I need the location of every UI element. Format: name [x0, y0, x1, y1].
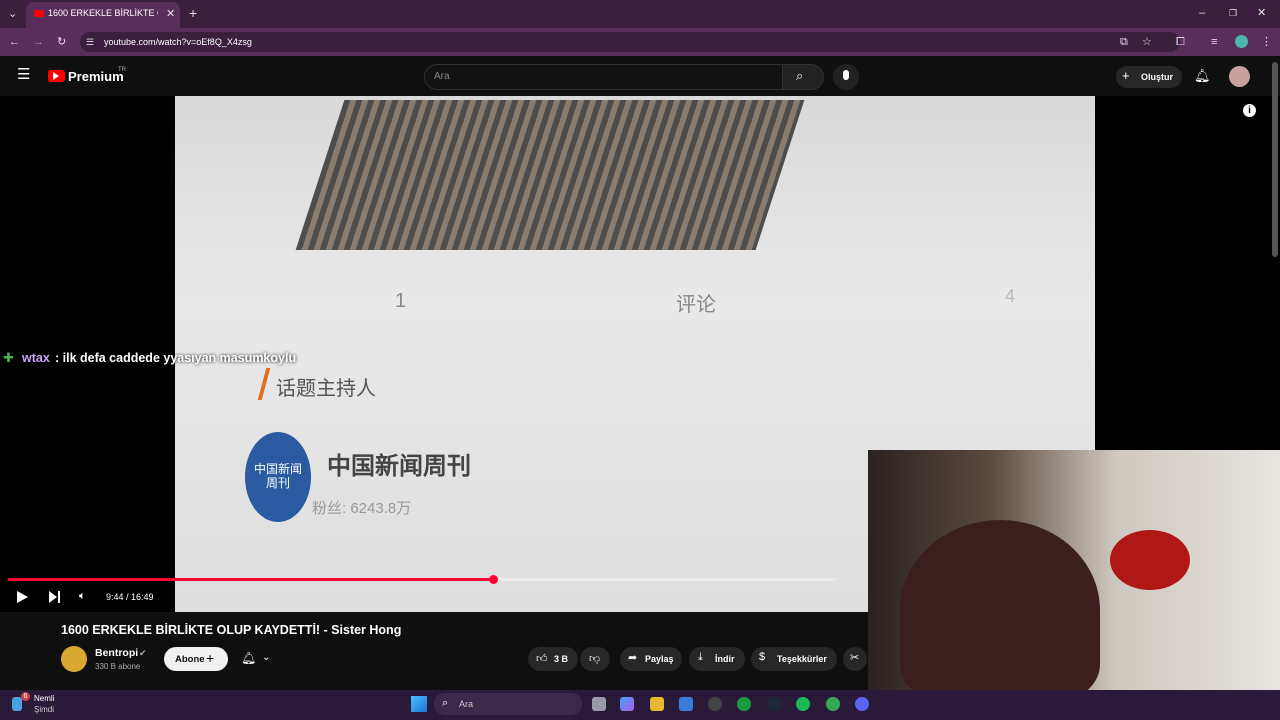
- video-like-count: 4: [1005, 286, 1016, 306]
- extensions-icon[interactable]: ⧠: [1176, 35, 1185, 49]
- discord-icon[interactable]: [855, 697, 869, 711]
- weather-title: Nemli: [34, 694, 55, 703]
- subscribe-label: Abone: [175, 654, 205, 665]
- xbox-icon[interactable]: [737, 697, 751, 711]
- store-icon[interactable]: [679, 697, 693, 711]
- next-icon-bar: [58, 591, 60, 603]
- webcam-flowers: [1110, 530, 1190, 590]
- thanks-label: Teşekkürler: [777, 654, 827, 664]
- share-icon: ➦: [628, 652, 638, 664]
- subscribe-plus-icon: +: [206, 650, 215, 666]
- youtube-logo-text[interactable]: Premium: [68, 69, 124, 84]
- volume-icon[interactable]: 🔈︎: [79, 590, 86, 603]
- reload-icon[interactable]: ↻: [57, 35, 66, 49]
- youtube-favicon-icon: [34, 10, 44, 17]
- time-display: 9:44 / 16:49: [106, 592, 154, 602]
- scissors-icon: ✂: [850, 652, 860, 664]
- start-button-icon[interactable]: [411, 696, 427, 712]
- forward-icon[interactable]: →: [33, 35, 44, 49]
- microphone-icon: [843, 70, 849, 80]
- progress-played: [8, 578, 493, 581]
- hamburger-menu-icon[interactable]: ☰: [17, 67, 30, 82]
- task-view-icon[interactable]: [592, 697, 606, 711]
- play-icon[interactable]: [17, 591, 28, 603]
- back-icon[interactable]: ←: [9, 35, 20, 49]
- video-title: 1600 ERKEKLE BİRLİKTE OLUP KAYDETTİ! - S…: [61, 623, 402, 637]
- chrome-icon[interactable]: [826, 697, 840, 711]
- tab-close-icon[interactable]: ✕: [166, 7, 175, 21]
- verified-icon: ✔: [139, 648, 147, 658]
- copilot-icon[interactable]: [620, 697, 634, 711]
- chrome-menu-icon[interactable]: ⋮: [1261, 35, 1272, 49]
- like-count: 3 B: [554, 654, 569, 664]
- profile-avatar[interactable]: [1235, 35, 1248, 48]
- video-edit-count: 1: [395, 290, 407, 312]
- tab-title: 1600 ERKEKLE BİRLİKTE OLUP K: [48, 8, 158, 18]
- bookmark-star-icon[interactable]: ☆: [1142, 35, 1152, 49]
- url-text: youtube.com/watch?v=oEf8Q_X4zsg: [104, 37, 252, 47]
- new-tab-icon[interactable]: +: [189, 6, 197, 20]
- file-explorer-icon[interactable]: [650, 697, 664, 711]
- video-account-name: 中国新闻周刊: [327, 453, 471, 480]
- site-info-icon[interactable]: ☰: [86, 35, 94, 49]
- weather-sub: Şimdi: [34, 705, 55, 714]
- region-code: TR: [118, 67, 126, 73]
- download-icon: ⤓: [698, 651, 703, 663]
- share-label: Paylaş: [645, 654, 674, 664]
- chat-username: wtax: [22, 351, 50, 365]
- chevron-down-icon[interactable]: ⌄: [262, 652, 270, 663]
- steam-icon[interactable]: [767, 697, 781, 711]
- page-scrollbar[interactable]: [1272, 62, 1278, 257]
- video-news-logo-text: 中国新闻周刊: [253, 462, 302, 490]
- install-app-icon[interactable]: ⧉: [1120, 35, 1128, 49]
- windows-taskbar: [0, 690, 1280, 720]
- account-avatar[interactable]: [1229, 66, 1250, 87]
- subscriber-count: 330 B abone: [95, 662, 141, 671]
- channel-name[interactable]: Bentropi: [95, 647, 138, 659]
- notification-settings-icon[interactable]: 🔔︎: [241, 651, 256, 665]
- taskbar-search-placeholder: Ara: [459, 699, 474, 709]
- chat-message: : ilk defa caddede yyasıyan masumkoylu: [55, 351, 297, 365]
- video-letterbox-right: [1095, 96, 1280, 450]
- spotify-icon[interactable]: [796, 697, 810, 711]
- dislike-icon: 👎︎: [589, 653, 601, 665]
- thanks-icon: $: [759, 651, 766, 663]
- taskbar-search[interactable]: [434, 693, 582, 715]
- search-box[interactable]: [424, 64, 784, 90]
- progress-scrubber[interactable]: [489, 575, 498, 584]
- next-icon[interactable]: [49, 591, 57, 603]
- app-icon[interactable]: [708, 697, 722, 711]
- chat-badge-icon: ✚: [3, 350, 14, 365]
- tab-search-icon[interactable]: ⌄: [8, 7, 17, 21]
- webcam-person: [900, 520, 1100, 700]
- like-icon: 👍︎: [536, 653, 548, 665]
- info-icon[interactable]: i: [1243, 104, 1256, 117]
- channel-avatar[interactable]: [61, 646, 87, 672]
- weather-icon[interactable]: [12, 697, 22, 711]
- notifications-bell-icon[interactable]: 🔔︎: [1194, 68, 1211, 84]
- plus-icon: +: [1122, 68, 1130, 83]
- youtube-logo-play-icon: [53, 72, 59, 80]
- video-comment-text: 评论: [676, 294, 716, 316]
- search-icon: ⌕: [796, 68, 804, 83]
- notif-count: 6: [21, 692, 30, 701]
- download-label: İndir: [715, 654, 735, 664]
- media-control-icon[interactable]: ≡: [1211, 35, 1217, 49]
- create-label: Oluştur: [1141, 72, 1174, 82]
- restore-icon[interactable]: ❐: [1229, 6, 1237, 20]
- minimize-icon[interactable]: –: [1199, 6, 1205, 20]
- taskbar-search-icon: ⌕: [442, 697, 449, 709]
- search-input-placeholder: Ara: [434, 71, 450, 82]
- window-close-icon[interactable]: ✕: [1257, 6, 1266, 20]
- video-content-image: [295, 100, 805, 250]
- video-topic-host: 话题主持人: [276, 378, 376, 400]
- video-followers: 粉丝: 6243.8万: [312, 500, 412, 517]
